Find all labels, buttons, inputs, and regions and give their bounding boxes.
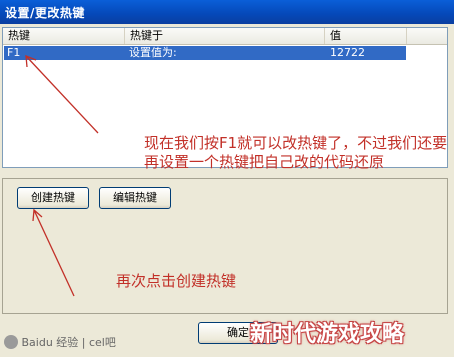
row-target: 设置值为:: [129, 46, 177, 59]
column-header-target[interactable]: 热键于: [125, 28, 325, 44]
column-header-hotkey[interactable]: 热键: [3, 28, 125, 44]
row-hotkey: F1: [7, 46, 21, 59]
watermark-text: Baidu 经验 | cel吧: [21, 336, 116, 349]
paw-icon: [4, 335, 18, 349]
create-hotkey-button[interactable]: 创建热键: [17, 187, 89, 209]
corner-logo: 新时代游戏攻略: [250, 322, 405, 347]
table-row[interactable]: F1 设置值为: 12722: [4, 46, 406, 60]
annotation-change-hotkey: 现在我们按F1就可以改热键了，不过我们还要再设置一个热键把自己改的代码还原: [144, 134, 448, 171]
annotation-click-create: 再次点击创建热键: [116, 272, 237, 290]
row-value: 12722: [330, 46, 365, 59]
window-title: 设置/更改热键: [5, 6, 85, 20]
title-bar: 设置/更改热键: [0, 0, 454, 24]
list-header: 热键 热键于 值: [3, 28, 447, 45]
column-header-value[interactable]: 值: [325, 28, 407, 44]
watermark: Baidu 经验 | cel吧: [4, 334, 116, 350]
edit-hotkey-button[interactable]: 编辑热键: [99, 187, 171, 209]
